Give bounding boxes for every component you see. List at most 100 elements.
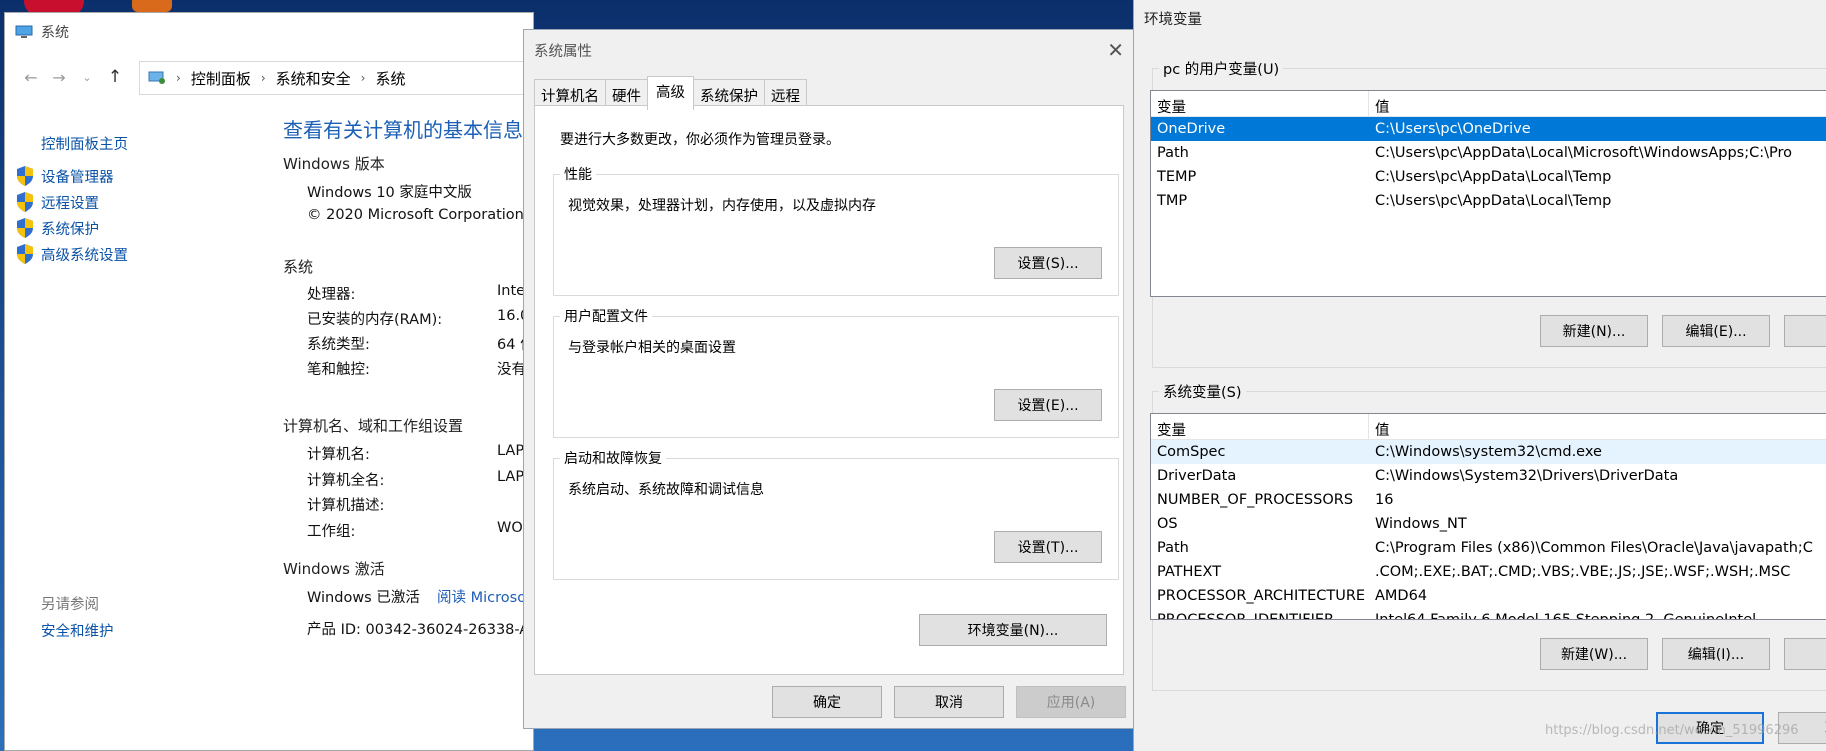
computer-icon: [15, 25, 33, 38]
startup-recovery-label: 启动和故障恢复: [560, 448, 666, 468]
forward-arrow-icon[interactable]: →: [45, 68, 73, 87]
close-icon[interactable]: ✕: [1107, 38, 1124, 62]
column-value[interactable]: 值: [1369, 91, 1396, 116]
user-profiles-settings-button[interactable]: 设置(E)...: [994, 389, 1102, 421]
device-manager-link[interactable]: 设备管理器: [15, 165, 114, 187]
system-window-title: 系统: [41, 25, 69, 41]
advanced-tab-panel: 要进行大多数更改，你必须作为管理员登录。 性能 视觉效果，处理器计划，内存使用，…: [534, 105, 1124, 675]
up-arrow-icon[interactable]: ↑: [101, 67, 129, 87]
chevron-right-icon: ›: [360, 71, 366, 85]
column-variable[interactable]: 变量: [1151, 91, 1369, 116]
edition-heading: Windows 版本: [283, 155, 385, 173]
control-panel-icon: [148, 71, 165, 84]
workgroup-label: 工作组:: [307, 524, 356, 540]
shield-icon: [17, 192, 33, 212]
edit-system-variable-button[interactable]: 编辑(I)...: [1662, 638, 1770, 670]
system-window: 系统 ← → ⌄ ↑ › 控制面板 › 系统和安全 › 系统 控制面板主页 设备…: [4, 12, 540, 751]
system-variables-list[interactable]: 变量 值 ComSpec C:\Windows\system32\cmd.exe …: [1150, 413, 1826, 620]
performance-label: 性能: [560, 164, 596, 184]
startup-recovery-description: 系统启动、系统故障和调试信息: [568, 482, 764, 498]
product-id: 产品 ID: 00342-36024-26338-AA: [307, 622, 540, 638]
startup-recovery-settings-button[interactable]: 设置(T)...: [994, 531, 1102, 563]
edit-user-variable-button[interactable]: 编辑(E)...: [1662, 315, 1770, 347]
computer-name-label: 计算机名:: [307, 447, 370, 463]
see-also-label: 另请参阅: [41, 597, 99, 613]
activation-heading: Windows 激活: [283, 560, 385, 578]
list-header: 变量 值: [1151, 414, 1826, 440]
chevron-right-icon: ›: [260, 71, 266, 85]
ok-button[interactable]: 确定: [772, 686, 882, 718]
performance-group: 性能 视觉效果，处理器计划，内存使用，以及虚拟内存 设置(S)...: [553, 164, 1119, 296]
back-arrow-icon[interactable]: ←: [17, 68, 45, 87]
admin-note: 要进行大多数更改，你必须作为管理员登录。: [560, 132, 840, 148]
computer-description-label: 计算机描述:: [307, 498, 385, 514]
table-row[interactable]: PROCESSOR_ARCHITECTURE AMD64: [1151, 584, 1826, 608]
performance-description: 视觉效果，处理器计划，内存使用，以及虚拟内存: [568, 198, 876, 214]
table-row[interactable]: Path C:\Program Files (x86)\Common Files\…: [1151, 536, 1826, 560]
table-row[interactable]: NUMBER_OF_PROCESSORS 16: [1151, 488, 1826, 512]
cancel-button[interactable]: 取消: [894, 686, 1004, 718]
environment-variables-button[interactable]: 环境变量(N)...: [919, 614, 1107, 646]
system-type-label: 系统类型:: [307, 337, 370, 353]
user-variables-label: pc 的用户变量(U): [1159, 58, 1284, 79]
system-variables-label: 系统变量(S): [1159, 381, 1246, 402]
history-chevron-icon[interactable]: ⌄: [73, 71, 101, 84]
table-row[interactable]: PATHEXT .COM;.EXE;.BAT;.CMD;.VBS;.VBE;.JS…: [1151, 560, 1826, 584]
user-variables-list[interactable]: 变量 值 OneDrive C:\Users\pc\OneDrive Path C:…: [1150, 90, 1826, 297]
system-protection-link[interactable]: 系统保护: [15, 217, 99, 239]
chevron-right-icon: ›: [176, 71, 181, 85]
list-header: 变量 值: [1151, 91, 1826, 117]
table-row[interactable]: DriverData C:\Windows\System32\Drivers\Dr…: [1151, 464, 1826, 488]
delete-system-variable-button[interactable]: 删: [1784, 638, 1826, 670]
breadcrumb-system[interactable]: 系统: [375, 68, 405, 89]
security-maintenance-link[interactable]: 安全和维护: [41, 620, 114, 641]
ram-label: 已安装的内存(RAM):: [307, 312, 443, 328]
new-user-variable-button[interactable]: 新建(N)...: [1540, 315, 1648, 347]
system-heading: 系统: [283, 258, 314, 276]
new-system-variable-button[interactable]: 新建(W)...: [1540, 638, 1648, 670]
environment-variables-dialog: 环境变量 pc 的用户变量(U) 变量 值 OneDrive C:\Users\p…: [1133, 0, 1826, 751]
table-row[interactable]: TMP C:\Users\pc\AppData\Local\Temp: [1151, 189, 1826, 213]
system-properties-dialog: 系统属性 ✕ 计算机名 硬件 高级 系统保护 远程 要进行大多数更改，你必须作为…: [523, 29, 1135, 729]
table-row[interactable]: OS Windows_NT: [1151, 512, 1826, 536]
windows-edition: Windows 10 家庭中文版: [307, 185, 472, 201]
tab-advanced[interactable]: 高级: [647, 76, 694, 110]
copyright-text: © 2020 Microsoft Corporation: [307, 207, 524, 223]
table-row[interactable]: PROCESSOR_IDENTIFIER Intel64 Family 6 Mod…: [1151, 608, 1826, 619]
page-title: 查看有关计算机的基本信息: [283, 118, 523, 142]
license-terms-link[interactable]: 阅读 Microso: [437, 586, 526, 607]
processor-label: 处理器:: [307, 287, 356, 303]
system-properties-title: 系统属性: [534, 43, 592, 60]
shield-icon: [17, 218, 33, 238]
breadcrumb-control-panel[interactable]: 控制面板: [191, 68, 251, 89]
system-window-titlebar[interactable]: 系统: [5, 13, 533, 51]
table-row[interactable]: OneDrive C:\Users\pc\OneDrive: [1151, 117, 1826, 141]
column-value[interactable]: 值: [1369, 414, 1396, 439]
shield-icon: [17, 244, 33, 264]
system-variables-buttons: 新建(W)... 编辑(I)... 删: [1540, 638, 1826, 670]
breadcrumb-system-security[interactable]: 系统和安全: [276, 68, 351, 89]
shield-icon: [17, 166, 33, 186]
address-bar-row: ← → ⌄ ↑ › 控制面板 › 系统和安全 › 系统: [5, 57, 539, 97]
startup-recovery-group: 启动和故障恢复 系统启动、系统故障和调试信息 设置(T)...: [553, 448, 1119, 580]
table-row[interactable]: Path C:\Users\pc\AppData\Local\Microsoft\…: [1151, 141, 1826, 165]
full-computer-name-label: 计算机全名:: [307, 473, 385, 489]
performance-settings-button[interactable]: 设置(S)...: [994, 247, 1102, 279]
address-breadcrumb[interactable]: › 控制面板 › 系统和安全 › 系统: [139, 61, 539, 95]
advanced-system-settings-link[interactable]: 高级系统设置: [15, 243, 128, 265]
delete-user-variable-button[interactable]: 删: [1784, 315, 1826, 347]
activation-status: Windows 已激活: [307, 590, 420, 606]
user-variables-buttons: 新建(N)... 编辑(E)... 删: [1540, 315, 1826, 347]
user-profiles-description: 与登录帐户相关的桌面设置: [568, 340, 736, 356]
user-profiles-group: 用户配置文件 与登录帐户相关的桌面设置 设置(E)...: [553, 306, 1119, 438]
apply-button[interactable]: 应用(A): [1016, 686, 1126, 718]
desktop-app-icon-2[interactable]: [132, 0, 172, 12]
remote-settings-link[interactable]: 远程设置: [15, 191, 99, 213]
control-panel-home-link[interactable]: 控制面板主页: [41, 133, 128, 154]
table-row[interactable]: ComSpec C:\Windows\system32\cmd.exe: [1151, 440, 1826, 464]
table-row[interactable]: TEMP C:\Users\pc\AppData\Local\Temp: [1151, 165, 1826, 189]
column-variable[interactable]: 变量: [1151, 414, 1369, 439]
system-properties-titlebar[interactable]: 系统属性: [524, 30, 1134, 70]
watermark-text: https://blog.csdn.net/weixin_51996296: [1545, 723, 1799, 738]
pen-touch-label: 笔和触控:: [307, 362, 370, 378]
